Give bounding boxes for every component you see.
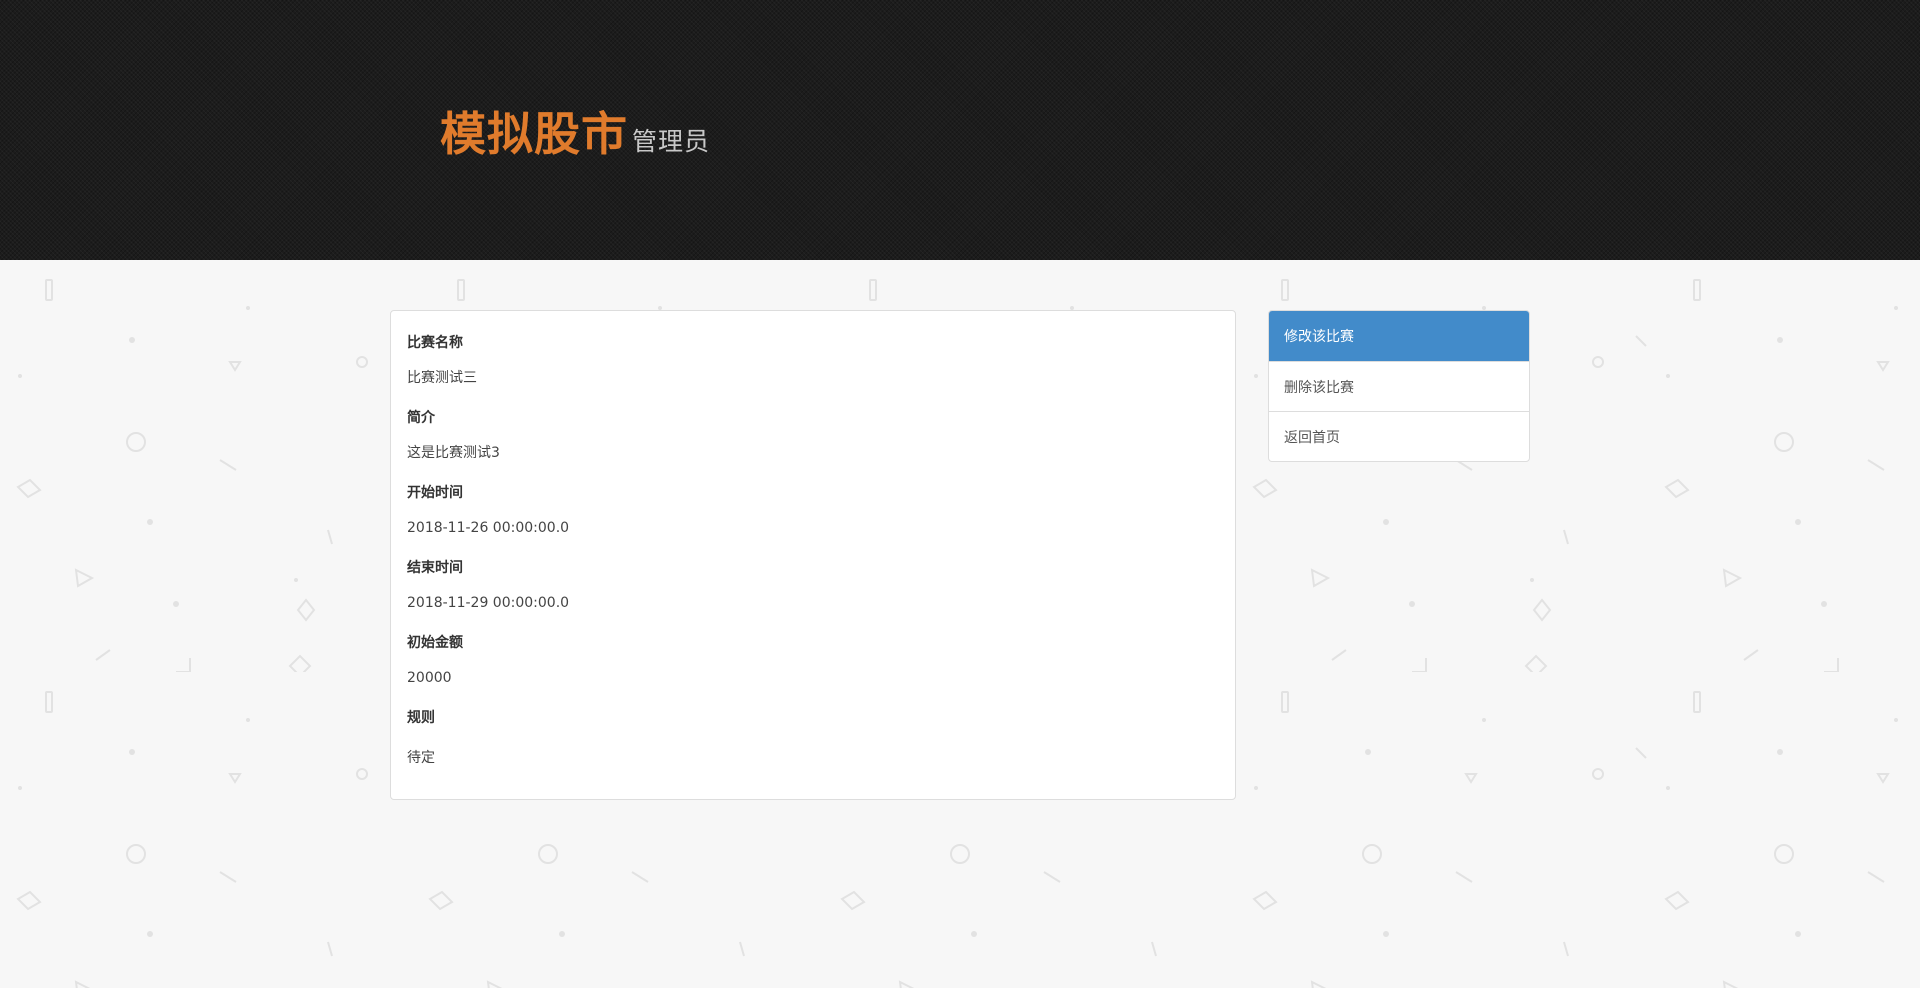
competition-initial-amount-field: 初始金额 20000 [407,633,1219,688]
brand: 模拟股市 管理员 [440,98,710,164]
edit-competition-button[interactable]: 修改该比赛 [1269,311,1529,361]
field-value: 比赛测试三 [407,370,477,386]
competition-rules-field: 规则 待定 [407,708,1219,768]
field-value: 20000 [407,670,452,686]
field-value: 待定 [407,750,435,766]
field-label: 初始金额 [407,635,463,651]
field-label: 开始时间 [407,485,463,501]
competition-intro-field: 简介 这是比赛测试3 [407,408,1219,463]
competition-name-field: 比赛名称 比赛测试三 [407,333,1219,388]
delete-competition-button[interactable]: 删除该比赛 [1269,361,1529,411]
field-value: 2018-11-26 00:00:00.0 [407,520,570,536]
field-label: 比赛名称 [407,335,463,351]
competition-detail-panel: 比赛名称 比赛测试三 简介 这是比赛测试3 开始时间 2018-11-26 00… [390,310,1236,800]
field-value: 这是比赛测试3 [407,445,500,461]
field-label: 规则 [407,710,435,726]
site-subtitle: 管理员 [632,127,711,156]
header-banner: 模拟股市 管理员 [0,0,1920,260]
field-label: 简介 [407,410,435,426]
back-to-home-link[interactable]: 返回首页 [1269,411,1529,461]
competition-end-time-field: 结束时间 2018-11-29 00:00:00.0 [407,558,1219,613]
side-menu: 修改该比赛 删除该比赛 返回首页 [1268,310,1530,462]
site-title: 模拟股市 [440,107,628,161]
field-label: 结束时间 [407,560,463,576]
competition-start-time-field: 开始时间 2018-11-26 00:00:00.0 [407,483,1219,538]
field-value: 2018-11-29 00:00:00.0 [407,595,570,611]
